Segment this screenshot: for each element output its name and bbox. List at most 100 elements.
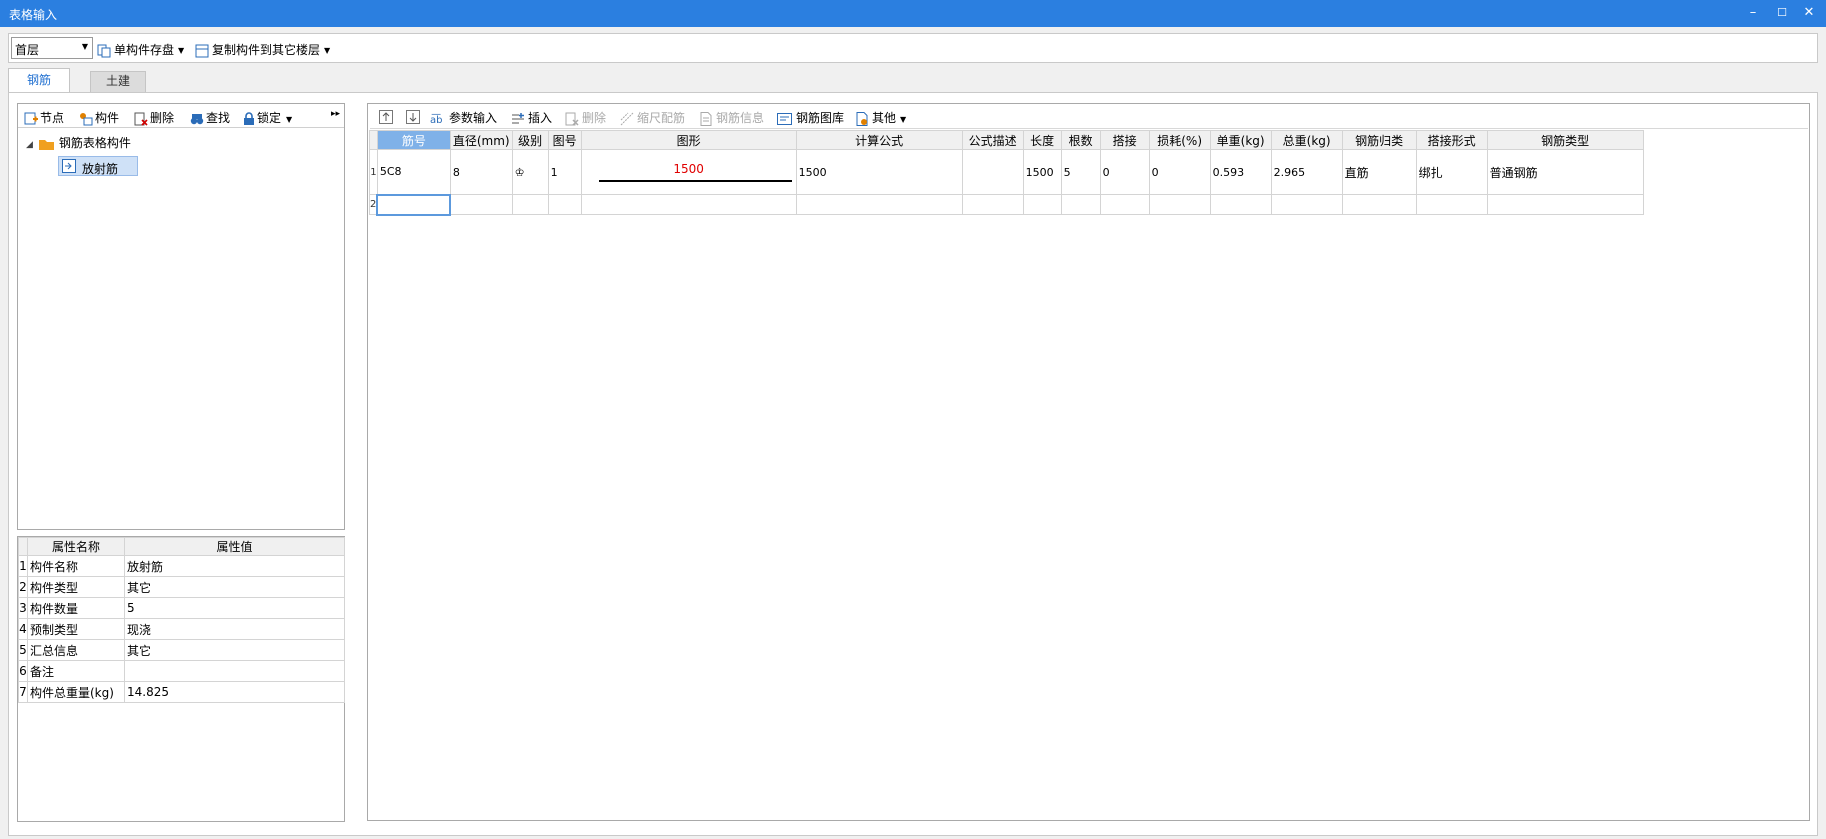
column-header-bar-no[interactable]: 筋号 [376, 130, 451, 150]
row-number-header [369, 130, 378, 150]
insert-button[interactable]: 插入 [511, 109, 552, 126]
cell-empty[interactable] [1209, 194, 1272, 215]
find-button[interactable]: 查找 [190, 109, 230, 126]
cell-rebar-type[interactable]: 普通钢筋 [1486, 149, 1644, 195]
more-button[interactable]: ▸▸ [331, 109, 340, 119]
floor-select[interactable]: 首层 ▼ [11, 37, 93, 59]
table-row-new[interactable]: 2 [369, 193, 1644, 216]
cell-empty[interactable] [547, 194, 582, 215]
cell-empty[interactable] [1341, 194, 1417, 215]
lock-button[interactable]: 锁定 ▼ [243, 109, 292, 126]
cell-grade[interactable]: ♔ [511, 149, 549, 195]
table-row[interactable]: 1 5C8 8 ♔ 1 1500 1500 1500 5 0 0 0.593 2… [369, 149, 1644, 195]
cell-empty[interactable] [1060, 194, 1101, 215]
property-row[interactable]: 6 备注 [18, 660, 345, 682]
cell-unit-weight[interactable]: 0.593 [1209, 149, 1272, 195]
property-value[interactable]: 5 [124, 597, 345, 619]
cell-empty[interactable] [1486, 194, 1644, 215]
cell-count[interactable]: 5 [1060, 149, 1101, 195]
property-row[interactable]: 2 构件类型 其它 [18, 576, 345, 598]
column-header-formula-desc[interactable]: 公式描述 [961, 130, 1024, 150]
cell-formula[interactable]: 1500 [795, 149, 963, 195]
column-header-formula[interactable]: 计算公式 [795, 130, 963, 150]
property-value[interactable]: 放射筋 [124, 555, 345, 577]
cell-shape[interactable]: 1500 [580, 149, 797, 195]
cell-loss[interactable]: 0 [1148, 149, 1211, 195]
close-icon[interactable]: ✕ [1798, 4, 1820, 22]
title-bar: 表格输入 – ☐ ✕ [0, 0, 1826, 27]
top-toolbar: 首层 ▼ 单构件存盘 ▼ 复制构件到其它楼层 ▼ [8, 33, 1818, 63]
property-row[interactable]: 7 构件总重量(kg) 14.825 [18, 681, 345, 703]
column-header-count[interactable]: 根数 [1060, 130, 1101, 150]
tree-root-node[interactable]: ◢ 钢筋表格构件 [26, 134, 131, 151]
minimize-icon[interactable]: – [1742, 4, 1764, 22]
rebar-table-header-row: 筋号 直径(mm) 级别 图号 图形 计算公式 公式描述 长度 根数 搭接 损耗… [369, 130, 1644, 150]
cell-lap[interactable]: 0 [1099, 149, 1150, 195]
cell-bar-no[interactable]: 5C8 [376, 149, 451, 195]
delete-label: 删除 [150, 111, 175, 125]
property-row[interactable]: 3 构件数量 5 [18, 597, 345, 619]
node-button[interactable]: 节点 [24, 109, 64, 126]
rebar-info-button[interactable]: 钢筋信息 [699, 109, 764, 126]
tab-civil[interactable]: 土建 [90, 71, 146, 92]
row-number-header [18, 537, 28, 556]
property-row[interactable]: 1 构件名称 放射筋 [18, 555, 345, 577]
property-value[interactable]: 其它 [124, 576, 345, 598]
column-header-fig-no[interactable]: 图号 [547, 130, 582, 150]
column-header-loss[interactable]: 损耗(%) [1148, 130, 1211, 150]
component-button[interactable]: 构件 [79, 109, 119, 126]
column-header-length[interactable]: 长度 [1022, 130, 1062, 150]
column-header-category[interactable]: 钢筋归类 [1341, 130, 1417, 150]
insert-row-icon [512, 112, 524, 123]
cell-empty[interactable] [1022, 194, 1062, 215]
cell-empty[interactable] [449, 194, 513, 215]
column-header-unit-weight[interactable]: 单重(kg) [1209, 130, 1272, 150]
cell-length[interactable]: 1500 [1022, 149, 1062, 195]
delete-button[interactable]: 删除 [134, 109, 174, 126]
column-header-grade[interactable]: 级别 [511, 130, 549, 150]
cell-category[interactable]: 直筋 [1341, 149, 1417, 195]
tree-item-radial-rebar[interactable]: 放射筋 [58, 156, 138, 176]
column-header-lap[interactable]: 搭接 [1099, 130, 1150, 150]
maximize-icon[interactable]: ☐ [1771, 4, 1793, 22]
column-header-rebar-type[interactable]: 钢筋类型 [1486, 130, 1644, 150]
cell-diameter[interactable]: 8 [449, 149, 513, 195]
column-header-shape[interactable]: 图形 [580, 130, 797, 150]
property-value[interactable]: 14.825 [124, 681, 345, 703]
save-component-button[interactable]: 单构件存盘 ▼ [97, 41, 184, 57]
cell-empty[interactable] [795, 194, 963, 215]
expand-triangle-icon[interactable]: ◢ [26, 140, 33, 150]
param-input-button[interactable]: a͞b 参数输入 [430, 109, 497, 126]
cell-empty[interactable] [1415, 194, 1488, 215]
scale-rebar-button[interactable]: 缩尺配筋 [620, 109, 685, 126]
delete-row-button[interactable]: 删除 [565, 109, 606, 126]
cell-fig-no[interactable]: 1 [547, 149, 582, 195]
column-header-diameter[interactable]: 直径(mm) [449, 130, 513, 150]
cell-bar-no-editing[interactable] [376, 193, 452, 216]
cell-formula-desc[interactable] [961, 149, 1024, 195]
move-up-button[interactable] [379, 109, 396, 124]
rebar-library-button[interactable]: 钢筋图库 [777, 109, 844, 126]
cell-empty[interactable] [961, 194, 1024, 215]
cell-empty[interactable] [580, 194, 797, 215]
property-value[interactable]: 其它 [124, 639, 345, 661]
cell-empty[interactable] [1099, 194, 1150, 215]
other-button[interactable]: 其他 ▼ [855, 109, 906, 126]
shape-length-value[interactable]: 1500 [582, 162, 795, 176]
property-row[interactable]: 5 汇总信息 其它 [18, 639, 345, 661]
save-component-label: 单构件存盘 [114, 43, 175, 57]
cell-empty[interactable] [511, 194, 549, 215]
cell-empty[interactable] [1270, 194, 1343, 215]
cell-lap-type[interactable]: 绑扎 [1415, 149, 1488, 195]
move-down-button[interactable] [406, 109, 423, 124]
column-header-lap-type[interactable]: 搭接形式 [1415, 130, 1488, 150]
property-value[interactable] [124, 660, 345, 682]
column-header-total-weight[interactable]: 总重(kg) [1270, 130, 1343, 150]
cell-total-weight[interactable]: 2.965 [1270, 149, 1343, 195]
delete-icon [134, 112, 148, 126]
copy-to-floors-button[interactable]: 复制构件到其它楼层 ▼ [195, 41, 330, 57]
cell-empty[interactable] [1148, 194, 1211, 215]
property-row[interactable]: 4 预制类型 现浇 [18, 618, 345, 640]
property-value[interactable]: 现浇 [124, 618, 345, 640]
tab-rebar[interactable]: 钢筋 [8, 68, 70, 93]
